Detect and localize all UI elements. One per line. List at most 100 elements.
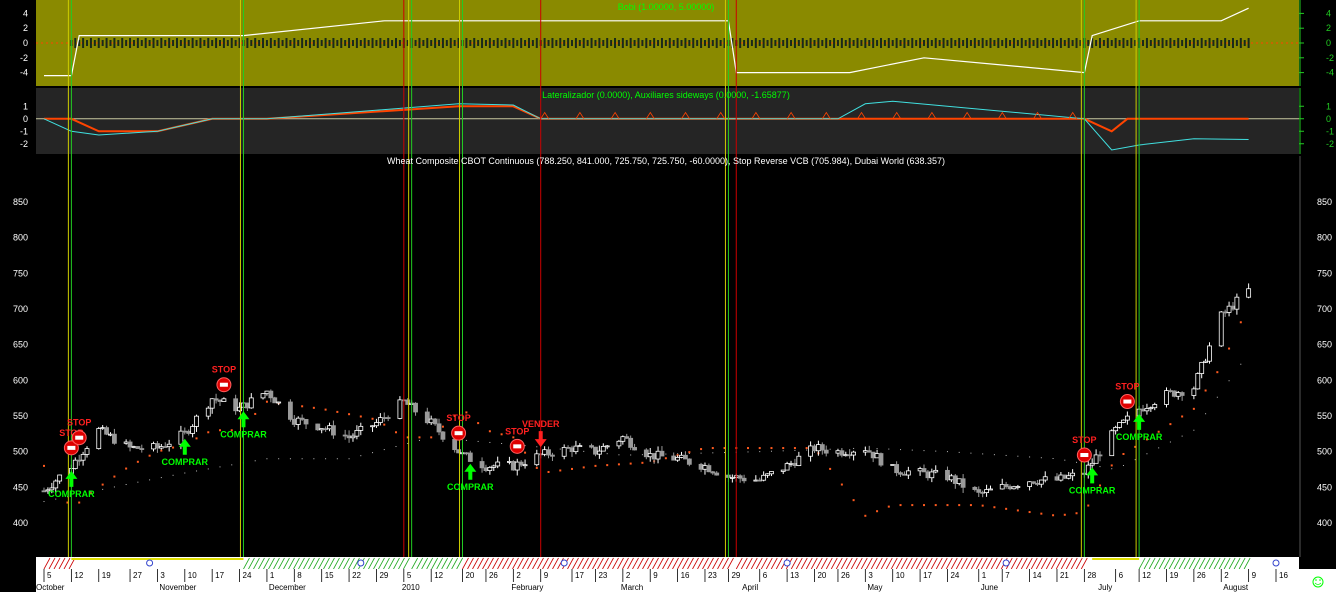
candle-body [1117, 422, 1122, 428]
dubai-world-dot [782, 450, 784, 452]
candle-body [686, 458, 692, 465]
candle-body [194, 415, 199, 427]
candle-body [1015, 486, 1021, 488]
bobi-oscillation-bar [1016, 40, 1019, 46]
bobi-oscillation-bar [430, 40, 433, 46]
candle-body [139, 448, 145, 450]
dubai-world-dot [1134, 459, 1136, 461]
dubai-world-dot [911, 449, 913, 451]
stop-reverse-dot [629, 462, 632, 465]
candle-body [358, 425, 364, 431]
candle-body [729, 477, 735, 479]
dubai-world-dot [383, 449, 385, 451]
x-axis-marker-icon [1272, 559, 1280, 567]
candle-body [1144, 408, 1150, 412]
month-label: November [159, 583, 196, 592]
bobi-oscillation-bar [1110, 40, 1113, 46]
bobi-oscillation-bar [821, 40, 824, 46]
month-label: May [867, 583, 882, 592]
bobi-oscillation-bar [559, 38, 562, 48]
bobi-oscillation-bar [610, 40, 613, 46]
candle-body [851, 451, 856, 456]
bobi-oscillation-bar [997, 38, 1000, 48]
candle-body [205, 407, 211, 417]
bobi-oscillation-bar [226, 40, 229, 46]
bobi-oscillation-bar [371, 38, 374, 48]
stop-reverse-dot [1028, 511, 1031, 514]
bobi-oscillation-bar [1009, 40, 1012, 46]
signal-label-buy: COMPRAR [447, 482, 494, 492]
candle-body [374, 422, 379, 427]
stop-reverse-dot [582, 466, 585, 469]
bobi-oscillation-bar [527, 38, 530, 48]
bobi-oscillation-bar [285, 38, 288, 48]
x-axis-marker-icon [1002, 559, 1010, 567]
stop-reverse-dot [1239, 321, 1242, 324]
bobi-oscillation-bar [82, 38, 85, 48]
candle-body [561, 447, 567, 457]
dubai-world-dot [360, 455, 362, 457]
bobi-oscillation-bar [508, 40, 511, 46]
dubai-world-dot [1029, 456, 1031, 458]
candle-body [1175, 392, 1181, 397]
bobi-oscillation-bar [633, 40, 636, 46]
signal-label-sell: VENDER [522, 419, 560, 429]
price-title: Wheat Composite CBOT Continuous (788.250… [387, 156, 945, 166]
bobi-oscillation-bar [1153, 38, 1156, 48]
day-tick-label: 12 [1142, 571, 1151, 580]
bobi-oscillation-bar [254, 38, 257, 48]
stop-reverse-dot [125, 467, 128, 470]
candle-body [1222, 311, 1228, 314]
price-tick-right: 750 [1317, 268, 1332, 278]
dubai-world-dot [700, 452, 702, 454]
stop-reverse-dot [571, 467, 573, 470]
bobi-oscillation-bar [387, 38, 390, 48]
stop-reverse-dot [1216, 371, 1219, 374]
bobi-oscillation-bar [203, 40, 206, 46]
candle-body [1171, 390, 1177, 397]
stop-reverse-dot [488, 430, 491, 433]
dubai-world-dot [407, 442, 409, 444]
candle-body [999, 483, 1005, 490]
bobi-oscillation-bar [520, 38, 523, 48]
candle-body [792, 462, 798, 467]
candle-body [643, 449, 649, 458]
price-tick-left: 850 [13, 197, 28, 207]
stop-circle-glyph [75, 435, 84, 440]
candle-body [291, 418, 297, 425]
stop-reverse-dot [301, 405, 304, 408]
dubai-world-dot [1064, 459, 1066, 461]
day-tick-label: 6 [763, 571, 768, 580]
candle-body [479, 461, 485, 469]
bobi-oscillation-bar [293, 38, 296, 48]
dubai-world-dot [149, 479, 151, 481]
candle-body [1089, 462, 1095, 466]
bobi-oscillation-bar [207, 38, 210, 48]
dubai-world-dot [207, 468, 209, 470]
bobi-oscillation-bar [269, 38, 272, 48]
bobi-oscillation-bar [840, 38, 843, 48]
dubai-world-dot [301, 458, 303, 460]
bobi-oscillation-bar [363, 38, 366, 48]
bobi-oscillation-bar [211, 40, 214, 46]
dubai-world-dot [958, 451, 960, 453]
bobi-oscillation-bar [703, 40, 706, 46]
candle-body [835, 450, 841, 454]
bobi-oscillation-bar [344, 40, 347, 46]
bobi-oscillation-bar [531, 40, 534, 46]
bobi-oscillation-bar [152, 38, 155, 48]
bobi-oscillation-bar [1067, 38, 1070, 48]
candle-body [1031, 481, 1036, 484]
bobi-oscillation-bar [621, 38, 624, 48]
candle-body [1054, 476, 1060, 481]
candle-body [209, 398, 215, 409]
stop-reverse-dot [148, 454, 151, 457]
bobi-oscillation-bar [602, 40, 605, 46]
candle-body [683, 454, 688, 460]
bobi-oscillation-bar [418, 38, 421, 48]
bobi-oscillation-bar [1173, 40, 1176, 46]
dubai-world-dot [1052, 457, 1054, 459]
candle-body [898, 472, 903, 475]
stop-reverse-dot [160, 449, 163, 452]
bobi-oscillation-bar [1243, 40, 1246, 46]
